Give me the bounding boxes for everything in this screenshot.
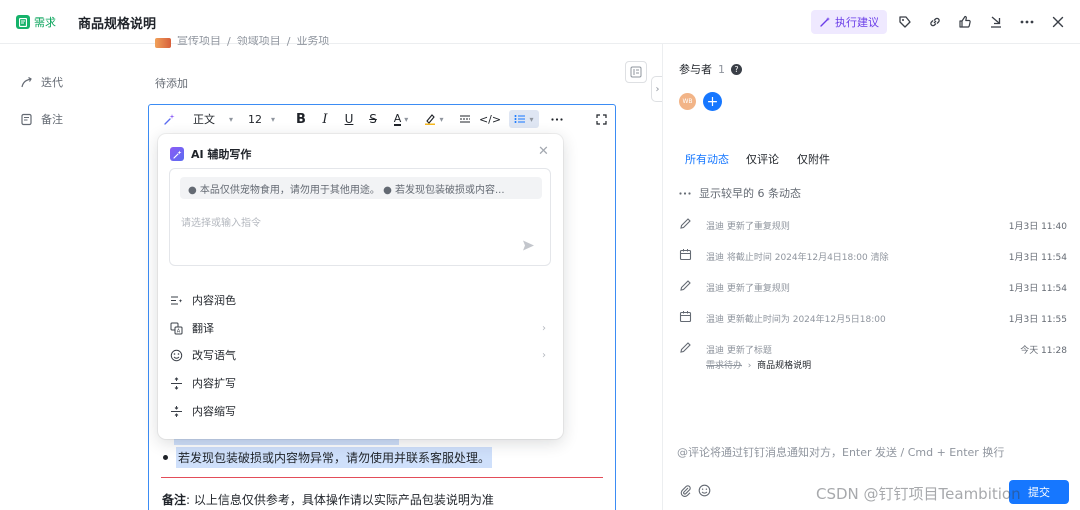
close-icon[interactable]: ✕: [538, 144, 549, 159]
breadcrumb: 宣传项目 / 领域项目 / 业务项: [155, 36, 329, 48]
ai-menu-shrink[interactable]: 内容缩写: [170, 400, 554, 422]
requirement-icon: [16, 15, 30, 29]
help-icon[interactable]: ?: [731, 63, 742, 75]
chevron-right-icon: ›: [747, 361, 752, 371]
list-item-text: 若发现包装破损或内容物异常，请勿使用并联系客服处理。: [176, 447, 493, 468]
field-notes: 备注: [20, 111, 63, 127]
edit-icon: [680, 342, 691, 353]
activity-panel: 参与者 1 ? WB + 所有动态 仅评论 仅附件 显示较早的 6 条动态 温迪…: [662, 44, 1080, 510]
fullscreen-icon[interactable]: [593, 110, 609, 128]
comment-tools: [679, 484, 711, 497]
underline-icon[interactable]: U: [341, 110, 357, 128]
breadcrumb-item[interactable]: 业务项: [296, 36, 329, 48]
chevron-down-icon: ▾: [271, 114, 276, 124]
more-icon: [679, 191, 691, 195]
translate-icon: A: [170, 322, 183, 334]
watermark: CSDN @钉钉项目Teambition: [816, 485, 1021, 503]
participants-count: 1: [718, 62, 725, 76]
chevron-down-icon: ▾: [229, 114, 234, 124]
ai-menu-expand[interactable]: 内容扩写: [170, 372, 554, 394]
thumbs-up-icon[interactable]: [955, 12, 975, 32]
selected-context: ● 本品仅供宠物食用，请勿用于其他用途。 ● 若发现包装破损或内容...: [180, 177, 542, 199]
expand-icon: [171, 376, 182, 390]
bold-icon[interactable]: B: [293, 110, 309, 128]
breadcrumb-separator: /: [227, 36, 231, 48]
divider-format-icon[interactable]: [457, 110, 473, 128]
list-item[interactable]: 若发现包装破损或内容物异常，请勿使用并联系客服处理。: [163, 447, 493, 468]
type-badge[interactable]: 需求: [12, 11, 62, 33]
outline-toggle-icon[interactable]: [625, 61, 647, 83]
field-iteration: 迭代: [20, 74, 63, 90]
title-change: 需求待办 › 商品规格说明: [706, 361, 812, 371]
comment-input[interactable]: @评论将通过钉钉消息通知对方，Enter 发送 / Cmd + Enter 换行: [677, 444, 1004, 460]
text-color-icon[interactable]: A ▾: [389, 110, 413, 128]
exec-suggestion-button[interactable]: 执行建议: [811, 10, 887, 34]
tab-all-activity[interactable]: 所有动态: [685, 151, 729, 167]
breadcrumb-item[interactable]: 领域项目: [237, 36, 281, 48]
send-icon[interactable]: [522, 239, 535, 255]
page-title[interactable]: 商品规格说明: [78, 13, 156, 32]
text-style-select[interactable]: 正文 ▾: [193, 110, 239, 128]
bullet-dot: [163, 455, 168, 460]
highlight-icon[interactable]: ▾: [421, 110, 447, 128]
iteration-icon: [21, 76, 32, 87]
edit-icon: [680, 280, 691, 291]
divider-line: [161, 477, 603, 478]
ai-popup-title: AI 辅助写作: [170, 146, 251, 162]
edit-icon: [680, 218, 691, 229]
note-paragraph[interactable]: 备注: 以上信息仅供参考，具体操作请以实际产品包装说明为准: [162, 491, 494, 508]
emoji-icon[interactable]: [698, 484, 711, 497]
iteration-value[interactable]: 待添加: [155, 75, 188, 91]
close-icon[interactable]: [1048, 12, 1068, 32]
more-icon[interactable]: [549, 110, 565, 128]
more-icon[interactable]: [1017, 12, 1037, 32]
polish-icon: [171, 296, 183, 304]
show-earlier-activity[interactable]: 显示较早的 6 条动态: [679, 185, 801, 201]
font-size-select[interactable]: 12 ▾: [248, 110, 280, 128]
chevron-right-icon: ›: [542, 349, 546, 361]
shrink-icon: [171, 405, 182, 417]
calendar-icon: [679, 311, 692, 323]
ai-menu-polish[interactable]: 内容润色: [170, 289, 554, 311]
svg-text:A: A: [177, 328, 181, 334]
strikethrough-icon[interactable]: S: [365, 110, 381, 128]
ai-writing-popup: AI 辅助写作 ✕ ● 本品仅供宠物食用，请勿用于其他用途。 ● 若发现包装破损…: [158, 134, 563, 439]
download-icon[interactable]: [986, 12, 1006, 32]
tone-icon: [170, 349, 183, 361]
notes-icon: [21, 113, 32, 125]
ai-menu-tone[interactable]: 改写语气 ›: [170, 344, 554, 366]
tab-attachments-only[interactable]: 仅附件: [797, 151, 830, 167]
project-thumbnail: [155, 38, 171, 48]
tab-comments-only[interactable]: 仅评论: [746, 151, 779, 167]
tag-icon[interactable]: [895, 12, 915, 32]
calendar-icon: [679, 249, 692, 261]
note-label: 备注: [162, 493, 187, 507]
chevron-right-icon: ›: [542, 322, 546, 334]
ai-sparkle-icon: [170, 147, 184, 161]
magic-wand-icon: [820, 17, 830, 27]
note-text: : 以上信息仅供参考，具体操作请以实际产品包装说明为准: [186, 493, 494, 507]
editor-toolbar: 正文 ▾ 12 ▾ B I U S A ▾ ▾ </> ▾: [149, 105, 615, 133]
notes-label: 备注: [41, 113, 63, 126]
code-icon[interactable]: </>: [479, 110, 501, 128]
avatar[interactable]: WB: [679, 93, 696, 110]
ai-sparkle-icon[interactable]: [161, 110, 177, 128]
italic-icon[interactable]: I: [317, 110, 333, 128]
bullet-list-icon[interactable]: ▾: [509, 110, 539, 128]
breadcrumb-item[interactable]: 宣传项目: [177, 36, 221, 48]
attachment-icon[interactable]: [679, 484, 692, 497]
ai-command-input[interactable]: 请选择或输入指令: [181, 214, 261, 229]
iteration-label: 迭代: [41, 76, 63, 89]
ai-menu-translate[interactable]: A 翻译 ›: [170, 317, 554, 339]
link-icon[interactable]: [925, 12, 945, 32]
ai-prompt-box: ● 本品仅供宠物食用，请勿用于其他用途。 ● 若发现包装破损或内容... 请选择…: [169, 168, 551, 266]
type-badge-label: 需求: [34, 16, 56, 29]
add-participant-button[interactable]: +: [703, 92, 722, 111]
participants-header: 参与者 1 ?: [679, 61, 742, 77]
breadcrumb-separator: /: [286, 36, 291, 48]
